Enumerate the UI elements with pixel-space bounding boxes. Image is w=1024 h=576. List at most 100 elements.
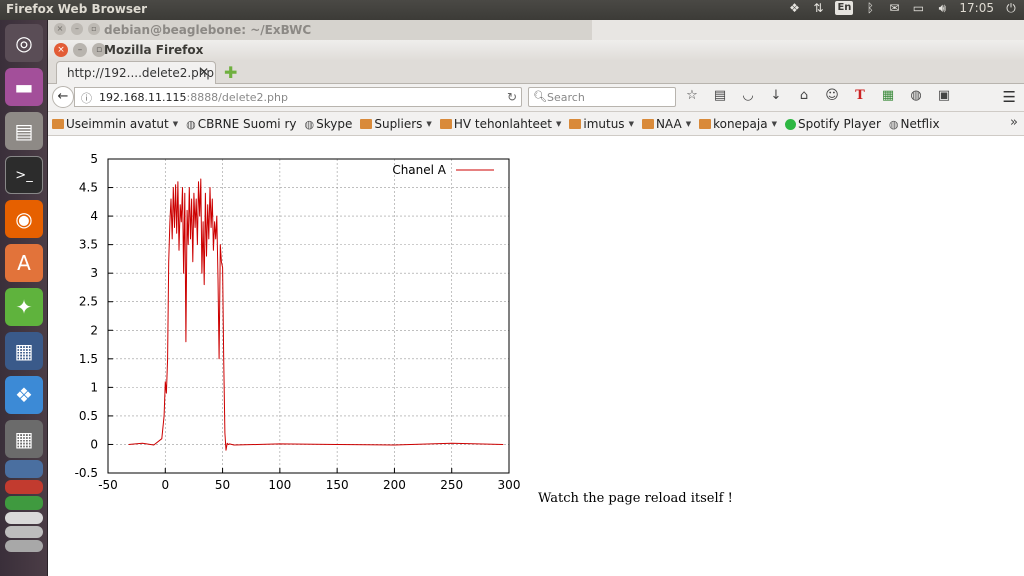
window-controls: × – ▫ — [54, 23, 100, 35]
bookmark-item[interactable]: imutus ▼ — [569, 117, 634, 131]
launcher: ◎ ▬ ▤ >_ ◉ A ✦ ▦ ❖ ▦ — [0, 20, 48, 576]
line-chart: -50 0 50 100 150 200 250 300 -0.5 0 0.5 1 1.5 2 2.5 3 3.… — [75, 152, 521, 492]
bookmark-label: konepaja — [713, 117, 768, 131]
x-tick-label: 50 — [215, 478, 230, 492]
bookmark-label: Netflix — [900, 117, 940, 131]
bookmark-item[interactable]: Spotify Player — [784, 117, 881, 131]
chat-icon[interactable]: ☺ — [824, 88, 840, 103]
bookmark-label: Supliers — [374, 117, 423, 131]
active-app-title: Firefox Web Browser — [6, 2, 148, 16]
screenshot-icon[interactable]: ▣ — [936, 88, 952, 103]
bookmark-item[interactable]: Useimmin avatut ▼ — [52, 117, 178, 131]
y-tick-label: 2 — [90, 323, 98, 337]
tab-strip: http://192....delete2.php ✕ ✚ — [48, 61, 1024, 84]
close-icon[interactable]: × — [54, 43, 68, 57]
stacked-app-icon[interactable] — [5, 480, 43, 494]
calculator-icon[interactable]: ▦ — [5, 420, 43, 458]
url-text[interactable]: 192.168.11.115:8888/delete2.php — [99, 91, 288, 104]
page-content: -50 0 50 100 150 200 250 300 -0.5 0 0.5 1 1.5 2 2.5 3 3.… — [48, 137, 1024, 576]
url-path: :8888/delete2.php — [186, 91, 288, 104]
y-tick-label: 1 — [90, 380, 98, 394]
chevron-down-icon: ▼ — [628, 120, 634, 128]
info-icon[interactable]: ⓘ — [81, 90, 92, 106]
window-titlebar[interactable]: × – ▫ Mozilla Firefox — [48, 40, 1024, 61]
series-line-chanel-a — [128, 178, 504, 451]
ubuntu-dash-icon[interactable]: ◎ — [5, 24, 43, 62]
network-arrows-icon[interactable]: ⇅ — [811, 1, 825, 15]
window-titlebar-gap — [592, 20, 1024, 40]
y-tick-label: 0 — [90, 437, 98, 451]
settings-icon[interactable]: ✦ — [5, 288, 43, 326]
volume-icon[interactable]: 🔊︎ — [935, 1, 949, 15]
bookmark-item[interactable]: ◍ Netflix — [889, 117, 940, 131]
file-cabinet-icon[interactable]: ▤ — [5, 112, 43, 150]
x-tick-label: 250 — [440, 478, 463, 492]
battery-icon[interactable]: ▭ — [911, 1, 925, 15]
stacked-app-icon[interactable] — [5, 496, 43, 510]
folder-icon — [699, 119, 712, 129]
x-tick-label: 150 — [326, 478, 349, 492]
dropbox-launcher-icon[interactable]: ❖ — [5, 376, 43, 414]
y-tick-label: 5 — [90, 152, 98, 166]
more-bookmarks-icon[interactable]: » — [1010, 115, 1018, 130]
workspace-switcher-icon[interactable]: ▦ — [5, 332, 43, 370]
back-button[interactable]: ← — [52, 86, 74, 108]
bookmark-item[interactable]: ◍ CBRNE Suomi ry — [186, 117, 296, 131]
minimize-icon[interactable]: – — [71, 23, 83, 35]
menu-icon[interactable]: ☰ — [1003, 88, 1016, 106]
bookmark-item[interactable]: Supliers ▼ — [360, 117, 432, 131]
stacked-app-icon[interactable] — [5, 526, 43, 538]
stacked-app-icon[interactable] — [5, 460, 43, 478]
bluetooth-icon[interactable]: ᛒ — [863, 1, 877, 15]
bookmark-item[interactable]: NAA ▼ — [641, 117, 692, 131]
bookmark-star-icon[interactable]: ☆ — [684, 88, 700, 103]
legend-label: Chanel A — [392, 163, 446, 177]
terminal-icon[interactable]: >_ — [5, 156, 43, 194]
search-input[interactable]: 🔍︎ Search — [528, 87, 676, 107]
background-terminal-window[interactable]: × – ▫ debian@beaglebone: ~/ExBWC — [48, 20, 1024, 40]
keyboard-layout-indicator[interactable]: En — [835, 1, 854, 15]
x-tick-label: 0 — [161, 478, 169, 492]
y-tick-label: 0.5 — [79, 409, 98, 423]
clock[interactable]: 17:05 — [959, 1, 994, 15]
tab-delete2[interactable]: http://192....delete2.php ✕ — [56, 61, 216, 84]
url-bar[interactable]: ⓘ 192.168.11.115:8888/delete2.php ↻ — [74, 87, 522, 107]
bookmark-label: HV tehonlahteet — [453, 117, 552, 131]
globe-icon[interactable]: ◍ — [908, 88, 924, 103]
stacked-app-icon[interactable] — [5, 512, 43, 524]
minimize-icon[interactable]: – — [73, 43, 87, 57]
stacked-app-icon[interactable] — [5, 540, 43, 552]
bookmarks-list: Useimmin avatut ▼ ◍ CBRNE Suomi ry ◍ Skype Sup… — [52, 117, 940, 131]
y-tick-label: -0.5 — [75, 466, 98, 480]
maximize-icon[interactable]: ▫ — [88, 23, 100, 35]
bookmark-label: Useimmin avatut — [66, 117, 169, 131]
bookmark-label: Skype — [316, 117, 353, 131]
close-tab-icon[interactable]: ✕ — [199, 65, 209, 79]
chevron-down-icon: ▼ — [172, 120, 179, 128]
globe-icon: ◍ — [186, 117, 196, 131]
folder-icon — [569, 119, 582, 129]
close-icon[interactable]: × — [54, 23, 66, 35]
x-tick-label: 200 — [383, 478, 406, 492]
downloads-icon[interactable]: ↓ — [768, 88, 784, 103]
home-icon[interactable]: ⌂ — [796, 88, 812, 103]
bookmark-item[interactable]: ◍ Skype — [304, 117, 352, 131]
extension-icon[interactable]: ▦ — [880, 88, 896, 103]
new-tab-icon[interactable]: ✚ — [224, 63, 237, 82]
firefox-icon[interactable]: ◉ — [5, 200, 43, 238]
pocket-icon[interactable]: ◡ — [740, 88, 756, 103]
files-app-icon[interactable]: ▬ — [5, 68, 43, 106]
translate-icon[interactable]: T — [852, 88, 868, 103]
folder-icon — [439, 119, 452, 129]
bookmark-item[interactable]: konepaja ▼ — [699, 117, 777, 131]
reload-icon[interactable]: ↻ — [507, 90, 517, 104]
power-icon[interactable]: ⏻ — [1004, 1, 1018, 15]
window-controls: × – ▫ — [54, 43, 106, 57]
folder-icon — [52, 119, 64, 129]
chevron-down-icon: ▼ — [685, 120, 692, 128]
software-center-icon[interactable]: A — [5, 244, 43, 282]
dropbox-icon[interactable]: ❖ — [787, 1, 801, 15]
reading-list-icon[interactable]: ▤ — [712, 88, 728, 103]
mail-icon[interactable]: ✉ — [887, 1, 901, 15]
bookmark-item[interactable]: HV tehonlahteet ▼ — [439, 117, 561, 131]
